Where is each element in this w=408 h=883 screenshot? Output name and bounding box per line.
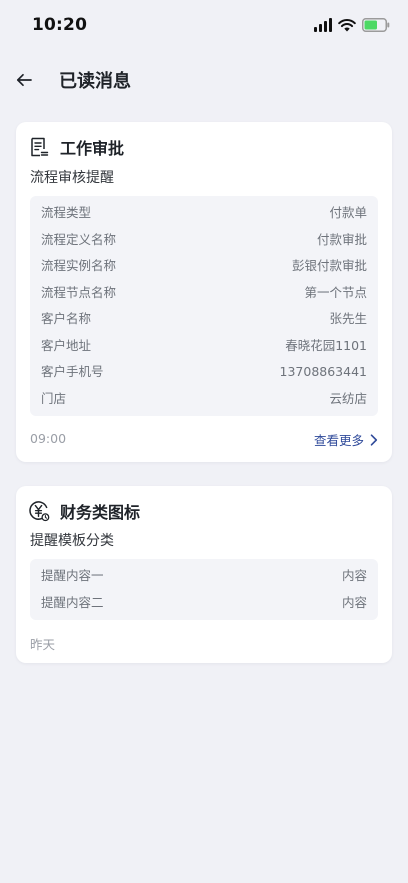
wifi-icon (338, 18, 356, 32)
card-subtitle: 提醒模板分类 (30, 533, 114, 549)
info-key: 提醒内容一 (41, 568, 104, 583)
info-key: 客户地址 (41, 338, 92, 353)
view-more-label: 查看更多 (313, 433, 364, 448)
info-value: 第一个节点 (304, 285, 367, 300)
document-list-icon (28, 136, 50, 158)
yuan-coin-icon (28, 500, 50, 522)
card-title: 财务类图标 (60, 503, 141, 522)
info-value: 13708863441 (279, 364, 367, 379)
signal-icon (314, 18, 332, 32)
card-header: 财务类图标 (28, 500, 140, 522)
info-key: 客户名称 (41, 311, 92, 326)
card-title: 工作审批 (60, 139, 125, 158)
info-value: 内容 (341, 595, 367, 610)
card-header: 工作审批 (28, 136, 124, 158)
info-row: 客户名称 张先生 (30, 309, 378, 329)
info-row: 门店 云纺店 (30, 389, 378, 409)
battery-icon (362, 18, 390, 32)
info-value: 春晓花园1101 (285, 338, 367, 353)
chevron-right-icon (370, 433, 378, 446)
status-icons (314, 18, 390, 32)
page-title: 已读消息 (59, 71, 131, 92)
back-button[interactable] (10, 66, 38, 94)
info-key: 流程节点名称 (41, 285, 117, 300)
message-card-finance[interactable]: 财务类图标 提醒模板分类 提醒内容一 内容 提醒内容二 内容 昨天 (16, 486, 392, 663)
info-value: 云纺店 (329, 391, 367, 406)
message-time: 09:00 (30, 431, 67, 446)
status-bar: 10:20 (0, 0, 408, 54)
view-more-link[interactable]: 查看更多 (314, 430, 378, 449)
info-key: 门店 (41, 391, 67, 406)
info-row: 流程类型 付款单 (30, 203, 378, 223)
status-time: 10:20 (32, 15, 88, 35)
header: 已读消息 (0, 58, 408, 102)
info-row: 客户手机号 13708863441 (30, 362, 378, 382)
info-value: 张先生 (329, 311, 367, 326)
card-subtitle: 流程审核提醒 (30, 170, 114, 186)
message-card-approval[interactable]: 工作审批 流程审核提醒 流程类型 付款单 流程定义名称 付款审批 流程实例名称 … (16, 122, 392, 462)
info-key: 流程实例名称 (41, 258, 117, 273)
info-key: 流程定义名称 (41, 232, 117, 247)
info-box: 提醒内容一 内容 提醒内容二 内容 (30, 559, 378, 620)
info-key: 客户手机号 (41, 364, 104, 379)
info-row: 流程实例名称 彭银付款审批 (30, 256, 378, 276)
info-row: 提醒内容二 内容 (30, 593, 378, 613)
info-value: 付款单 (329, 205, 367, 220)
info-row: 流程节点名称 第一个节点 (30, 283, 378, 303)
info-row: 客户地址 春晓花园1101 (30, 336, 378, 356)
info-key: 流程类型 (41, 205, 92, 220)
arrow-left-icon (16, 73, 32, 87)
info-row: 流程定义名称 付款审批 (30, 230, 378, 250)
message-time: 昨天 (30, 637, 56, 652)
info-row: 提醒内容一 内容 (30, 566, 378, 586)
info-value: 付款审批 (316, 232, 367, 247)
info-box: 流程类型 付款单 流程定义名称 付款审批 流程实例名称 彭银付款审批 流程节点名… (30, 196, 378, 416)
info-key: 提醒内容二 (41, 595, 104, 610)
info-value: 内容 (341, 568, 367, 583)
info-value: 彭银付款审批 (291, 258, 367, 273)
